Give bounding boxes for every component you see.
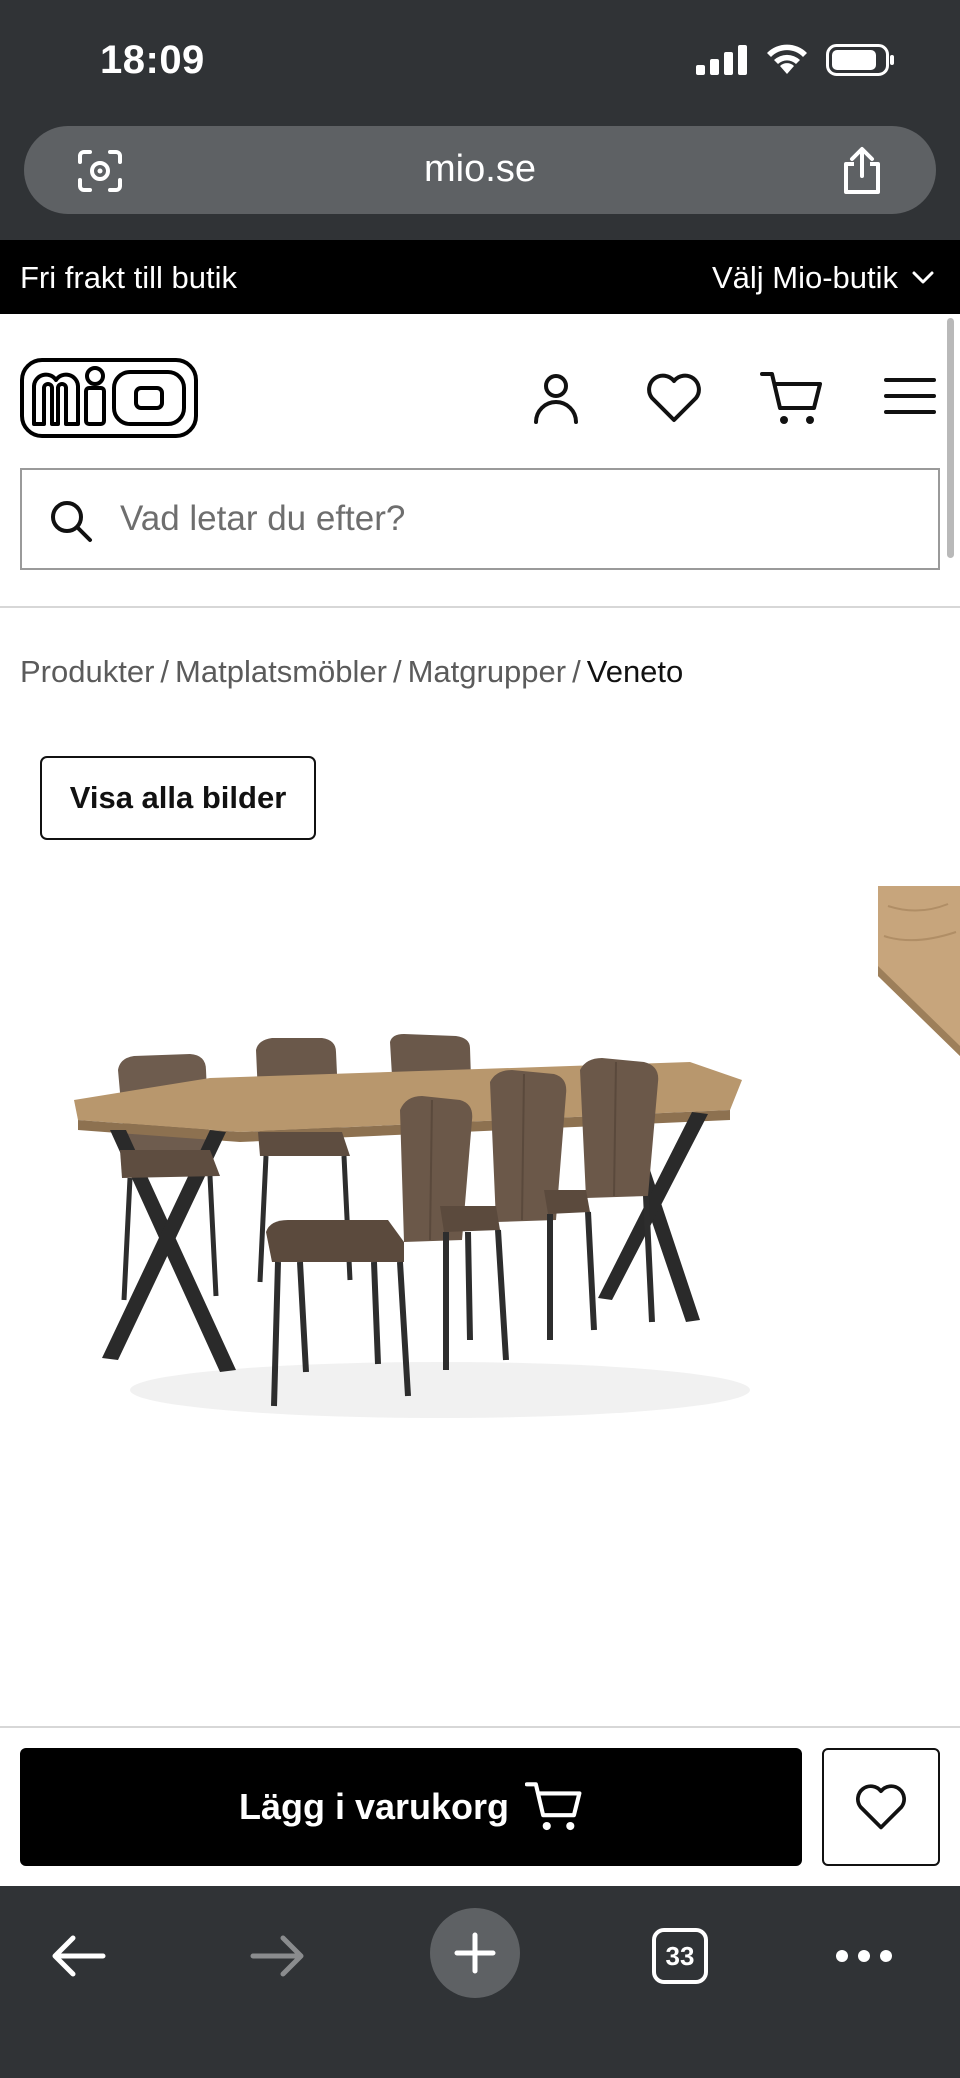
search-icon <box>51 501 92 542</box>
breadcrumb-item-products[interactable]: Produkter <box>20 654 154 689</box>
product-image-dining-set[interactable] <box>60 1000 760 1440</box>
header-divider <box>0 606 960 608</box>
arrow-right-icon <box>250 1935 304 1977</box>
battery-icon <box>826 44 894 76</box>
cta-divider <box>0 1726 960 1728</box>
menu-icon[interactable] <box>884 376 936 416</box>
site-header <box>0 314 960 610</box>
store-selector-label: Välj Mio-butik <box>711 260 898 295</box>
wifi-icon <box>767 44 807 74</box>
more-button[interactable] <box>814 1906 914 2006</box>
tabs-button[interactable]: 33 <box>630 1906 730 2006</box>
browser-top-chrome: 18:09 mio.se <box>0 0 960 240</box>
cart-icon <box>525 1782 582 1831</box>
breadcrumb-item-dining-furniture[interactable]: Matplatsmöbler <box>175 654 387 689</box>
scrollbar[interactable] <box>947 318 954 558</box>
account-icon[interactable] <box>528 370 584 426</box>
heart-icon <box>856 1784 906 1830</box>
plus-icon <box>454 1932 496 1974</box>
forward-button[interactable] <box>228 1906 328 2006</box>
next-product-image[interactable] <box>878 886 960 1056</box>
store-selector[interactable]: Välj Mio-butik <box>712 260 934 296</box>
url-text: mio.se <box>424 148 536 190</box>
url-bar[interactable]: mio.se <box>24 126 936 214</box>
add-to-cart-button[interactable]: Lägg i varukorg <box>20 1748 802 1866</box>
status-time: 18:09 <box>100 38 205 82</box>
breadcrumb: Produkter / Matplatsmöbler / Matgrupper / Vene… <box>20 654 683 690</box>
mio-logo[interactable] <box>20 358 198 438</box>
arrow-left-icon <box>52 1935 106 1977</box>
browser-bottom-toolbar: 33 <box>0 1886 960 2078</box>
free-shipping-text: Fri frakt till butik <box>20 260 238 295</box>
cart-icon[interactable] <box>760 370 824 428</box>
breadcrumb-separator: / <box>572 654 581 689</box>
wishlist-button[interactable] <box>822 1748 940 1866</box>
breadcrumb-item-dining-sets[interactable]: Matgrupper <box>408 654 567 689</box>
heart-icon[interactable] <box>644 370 704 426</box>
promo-bar: Fri frakt till butik Välj Mio-butik <box>0 240 960 314</box>
chevron-down-icon <box>912 271 934 284</box>
breadcrumb-separator: / <box>392 654 402 689</box>
search-input[interactable] <box>120 470 920 568</box>
breadcrumb-separator: / <box>160 654 170 689</box>
tab-count: 33 <box>652 1928 708 1984</box>
cellular-signal-icon <box>696 45 747 75</box>
new-tab-button[interactable] <box>430 1908 520 1998</box>
back-button[interactable] <box>28 1906 128 2006</box>
share-icon[interactable] <box>840 146 884 196</box>
search-box <box>20 468 940 570</box>
status-icons <box>696 44 896 76</box>
breadcrumb-current: Veneto <box>586 654 684 689</box>
add-to-cart-label: Lägg i varukorg <box>238 1786 510 1827</box>
more-dots-icon <box>836 1950 892 1962</box>
show-all-images-button[interactable]: Visa alla bilder <box>40 756 316 840</box>
